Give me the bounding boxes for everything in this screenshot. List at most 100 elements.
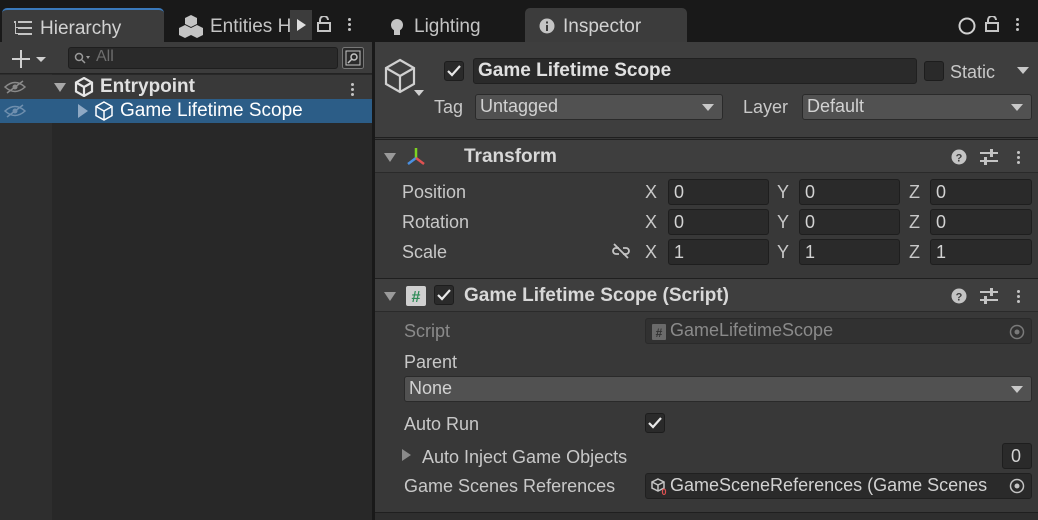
position-y-field[interactable]: 0	[799, 179, 900, 205]
expanded-arrow-icon[interactable]	[54, 83, 66, 93]
gameobject-header	[375, 42, 1038, 138]
tab-inspector-label: Inspector	[563, 16, 642, 37]
chevron-down-icon	[702, 104, 714, 111]
rotation-x-field[interactable]: 0	[668, 209, 769, 235]
unity-scene-icon	[74, 77, 94, 97]
script-hash-icon: #	[406, 286, 426, 306]
tag-dropdown[interactable]: Untagged	[475, 94, 723, 120]
script-component-header[interactable]: # Game Lifetime Scope (Script) ?	[375, 278, 1038, 312]
scale-y-value: 1	[805, 242, 816, 262]
inspector-menu-icon[interactable]	[1016, 16, 1019, 33]
static-checkbox[interactable]	[924, 61, 944, 81]
foldout-expanded-icon[interactable]	[384, 292, 396, 301]
lightbulb-icon	[390, 18, 404, 36]
scale-z-value: 1	[936, 242, 947, 262]
svg-text:#: #	[412, 289, 421, 306]
scale-y-field[interactable]: 1	[799, 239, 900, 265]
position-x-field[interactable]: 0	[668, 179, 769, 205]
tab-overflow-button[interactable]	[290, 10, 312, 40]
parent-value: None	[409, 378, 453, 398]
static-label: Static	[950, 62, 996, 82]
layer-value: Default	[807, 96, 865, 116]
parent-dropdown[interactable]: None	[404, 376, 1032, 402]
help-icon[interactable]: ?	[951, 288, 967, 304]
tab-hierarchy[interactable]: Hierarchy	[2, 8, 164, 42]
scriptable-object-icon: 0	[651, 478, 669, 496]
layer-label: Layer	[743, 97, 789, 117]
tab-inspector[interactable]: Inspector	[525, 8, 687, 42]
hierarchy-item-label: Game Lifetime Scope	[120, 100, 303, 121]
object-picker-icon	[1009, 324, 1025, 340]
position-x-value: 0	[674, 182, 685, 202]
rotation-y-field[interactable]: 0	[799, 209, 900, 235]
tab-lighting-label: Lighting	[414, 16, 481, 37]
hierarchy-item-game-lifetime-scope[interactable]: Game Lifetime Scope	[0, 99, 372, 123]
object-picker-button[interactable]	[1003, 474, 1031, 498]
script-reference-value: GameLifetimeScope	[670, 320, 834, 340]
scale-label: Scale	[402, 242, 448, 262]
script-component-title: Game Lifetime Scope (Script)	[464, 285, 730, 306]
axis-z-label: Z	[909, 242, 920, 262]
foldout-expanded-icon[interactable]	[384, 153, 396, 162]
svg-text:?: ?	[956, 292, 963, 304]
scene-search-icon[interactable]	[342, 47, 364, 69]
auto-run-checkbox[interactable]	[645, 413, 665, 433]
position-z-field[interactable]: 0	[930, 179, 1032, 205]
tag-label: Tag	[434, 97, 464, 117]
hierarchy-menu-icon[interactable]	[348, 16, 351, 33]
layer-dropdown[interactable]: Default	[802, 94, 1032, 120]
auto-inject-size-field[interactable]: 0	[1002, 443, 1032, 469]
presets-icon[interactable]	[980, 149, 998, 165]
chevron-down-icon	[1011, 386, 1023, 393]
rotation-z-value: 0	[936, 212, 947, 232]
gameobject-icon[interactable]	[384, 58, 428, 102]
lock-icon[interactable]	[985, 16, 999, 32]
debug-mode-icon[interactable]	[958, 17, 976, 35]
gameobject-name-field[interactable]: Game Lifetime Scope	[473, 58, 917, 84]
axis-z-label: Z	[909, 182, 920, 202]
collapsed-arrow-icon[interactable]	[78, 104, 88, 118]
auto-inject-size-value: 0	[1011, 446, 1022, 466]
tag-value: Untagged	[480, 96, 559, 116]
hierarchy-item-label: Entrypoint	[100, 76, 195, 97]
help-icon[interactable]: ?	[951, 149, 967, 165]
axis-y-label: Y	[777, 242, 790, 262]
inspector-bottom-divider	[375, 512, 1038, 520]
transform-header[interactable]: Transform ?	[375, 139, 1038, 173]
script-enabled-checkbox[interactable]	[434, 285, 454, 305]
add-icon[interactable]	[12, 50, 46, 68]
component-menu-icon[interactable]	[1017, 149, 1020, 166]
visibility-hidden-icon[interactable]	[4, 80, 26, 94]
lock-icon[interactable]	[317, 16, 331, 32]
scale-x-field[interactable]: 1	[668, 239, 769, 265]
scene-references-label: Game Scenes References	[404, 476, 616, 496]
gameobject-name-value: Game Lifetime Scope	[478, 60, 672, 81]
axis-y-label: Y	[777, 212, 790, 232]
info-icon	[539, 18, 555, 34]
foldout-collapsed-icon[interactable]	[402, 449, 411, 461]
scale-x-value: 1	[674, 242, 685, 262]
hierarchy-item-entrypoint[interactable]: Entrypoint	[0, 75, 372, 99]
rotation-z-field[interactable]: 0	[930, 209, 1032, 235]
scene-references-value: GameSceneReferences (Game Scenes	[670, 475, 988, 495]
constrain-proportions-icon[interactable]	[611, 243, 631, 259]
item-menu-icon[interactable]	[351, 81, 354, 98]
script-label: Script	[404, 321, 451, 341]
component-menu-icon[interactable]	[1017, 288, 1020, 305]
presets-icon[interactable]	[980, 288, 998, 304]
visibility-hidden-icon[interactable]	[4, 104, 26, 118]
scene-references-field[interactable]: 0 GameSceneReferences (Game Scenes	[645, 473, 1032, 499]
scale-z-field[interactable]: 1	[930, 239, 1032, 265]
static-dropdown-arrow-icon[interactable]	[1017, 67, 1029, 75]
rotation-x-value: 0	[674, 212, 685, 232]
auto-run-label: Auto Run	[404, 414, 480, 434]
parent-label: Parent	[404, 352, 458, 372]
axis-y-label: Y	[777, 182, 790, 202]
gameobject-active-checkbox[interactable]	[444, 61, 464, 81]
transform-gizmo-icon	[405, 146, 427, 168]
hierarchy-search-placeholder: All	[96, 48, 114, 65]
script-reference-field: # GameLifetimeScope	[645, 318, 1032, 344]
axis-x-label: X	[645, 182, 658, 202]
axis-x-label: X	[645, 242, 658, 262]
tab-lighting[interactable]: Lighting	[380, 8, 515, 42]
